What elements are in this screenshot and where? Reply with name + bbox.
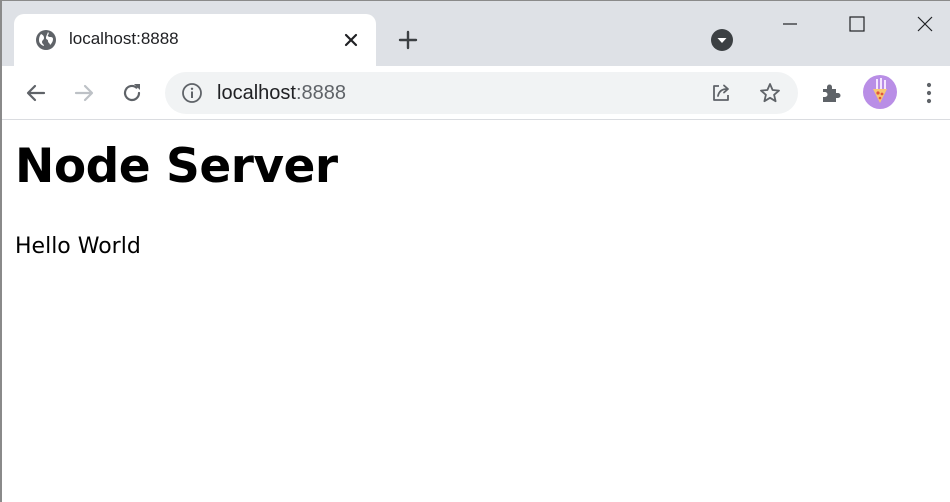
bookmark-star-icon[interactable] [758, 81, 782, 105]
back-arrow-icon[interactable] [22, 79, 50, 107]
more-menu-icon[interactable] [916, 80, 942, 106]
window-close-icon[interactable] [912, 11, 938, 37]
reload-icon[interactable] [118, 79, 146, 107]
page-heading: Node Server [15, 139, 338, 194]
tab-title: localhost:8888 [69, 29, 179, 48]
url-host: localhost [217, 82, 296, 104]
browser-window: localhost:8888 localhost:8888 Node Serve… [0, 0, 950, 502]
tab-strip: localhost:8888 [2, 1, 950, 66]
close-tab-icon[interactable] [340, 29, 362, 51]
share-icon[interactable] [709, 81, 733, 105]
tab-localhost[interactable]: localhost:8888 [14, 14, 376, 66]
globe-icon [34, 28, 58, 52]
url-port: :8888 [295, 82, 346, 104]
tab-search-icon[interactable] [710, 28, 734, 52]
maximize-icon[interactable] [844, 11, 870, 37]
forward-arrow-icon[interactable] [70, 79, 98, 107]
browser-toolbar: localhost:8888 [2, 66, 950, 120]
address-url[interactable]: localhost:8888 [217, 82, 346, 105]
profile-avatar[interactable] [863, 75, 897, 109]
extensions-puzzle-icon[interactable] [818, 80, 844, 106]
page-content: Node Server Hello World [2, 121, 950, 502]
minimize-icon[interactable] [777, 11, 803, 37]
page-paragraph: Hello World [15, 234, 141, 259]
address-bar[interactable]: localhost:8888 [165, 72, 798, 114]
new-tab-icon[interactable] [396, 28, 420, 52]
site-info-icon[interactable] [181, 82, 203, 104]
